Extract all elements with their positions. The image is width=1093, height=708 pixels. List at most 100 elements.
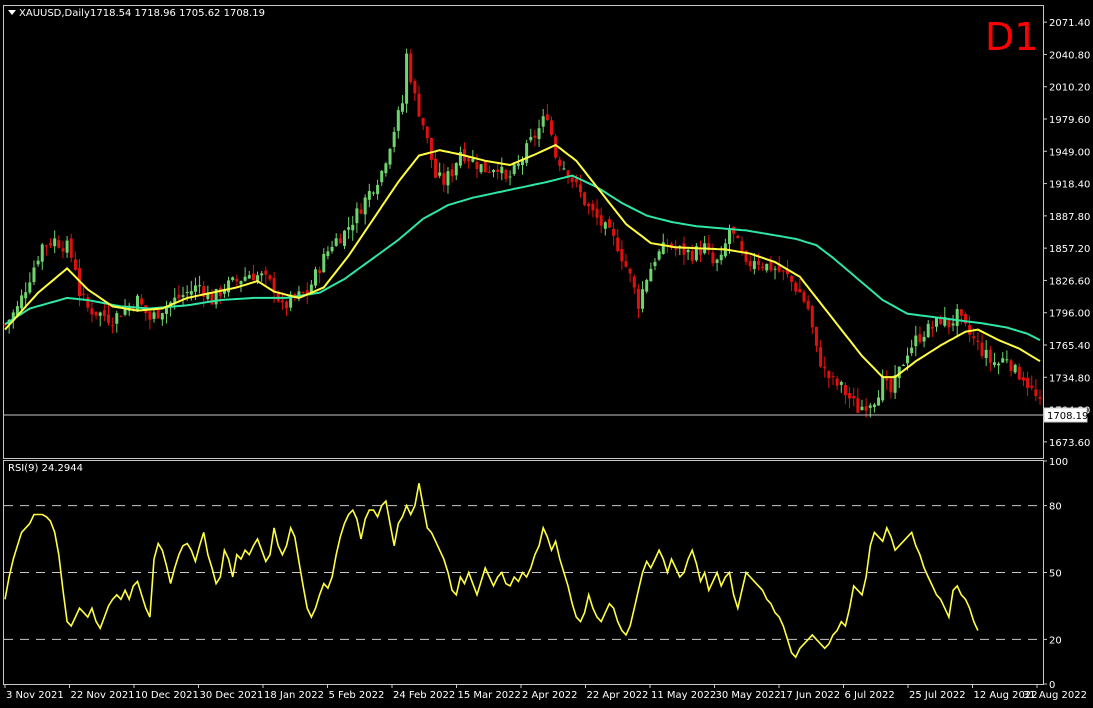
- candle-body: [537, 128, 541, 140]
- candle-body: [334, 238, 338, 246]
- ohlc-values: 1718.54 1718.96 1705.62 1708.19: [90, 8, 265, 19]
- candle-body: [549, 120, 553, 135]
- candle-body: [736, 235, 740, 239]
- candle-body: [450, 169, 454, 177]
- candle-body: [889, 378, 893, 393]
- candle-body: [839, 381, 843, 385]
- candle-body: [36, 260, 40, 265]
- candle-body: [264, 270, 268, 275]
- candle-body: [922, 336, 926, 342]
- candle-body: [57, 240, 61, 248]
- price-tick-label: 2010.20: [1049, 83, 1090, 94]
- rsi-tick-label: 80: [1049, 502, 1062, 513]
- candle-body: [848, 393, 852, 399]
- candle-body: [574, 178, 578, 183]
- candle-body: [972, 336, 976, 339]
- candle-body: [160, 313, 164, 320]
- symbol-label: XAUUSD,Daily: [19, 8, 90, 19]
- candle-body: [636, 288, 640, 309]
- candle-body: [856, 398, 860, 413]
- candle-body: [641, 289, 645, 309]
- candle-body: [877, 397, 881, 406]
- candle-body: [454, 163, 458, 176]
- candle-body: [268, 275, 272, 280]
- candle-body: [773, 268, 777, 270]
- candle-body: [988, 349, 992, 363]
- candle-body: [595, 208, 599, 218]
- candle-body: [429, 137, 433, 160]
- candle-body: [719, 254, 723, 261]
- candle-body: [1038, 397, 1042, 399]
- candle-body: [148, 311, 152, 320]
- candle-body: [380, 170, 384, 183]
- candle-body: [752, 261, 756, 270]
- candle-body: [906, 355, 910, 364]
- candle-body: [98, 312, 102, 316]
- candle-body: [467, 158, 471, 162]
- time-tick-label: 15 Mar 2022: [458, 690, 521, 701]
- candle-body: [330, 246, 334, 252]
- candle-body: [496, 169, 500, 172]
- time-tick-label: 25 Jul 2022: [909, 690, 966, 701]
- candle-body: [102, 310, 106, 317]
- candle-body: [500, 166, 504, 174]
- candle-body: [649, 268, 653, 282]
- candle-body: [918, 334, 922, 342]
- candle-body: [243, 276, 247, 281]
- candle-body: [396, 110, 400, 131]
- price-tick-label: 2040.80: [1049, 50, 1090, 61]
- rsi-tick-label: 100: [1049, 457, 1068, 468]
- candle-body: [926, 323, 930, 338]
- candle-body: [881, 376, 885, 401]
- candle-body: [711, 252, 715, 264]
- candle-body: [935, 317, 938, 327]
- candle-body: [40, 244, 44, 262]
- candle-body: [1005, 359, 1009, 361]
- candle-body: [421, 117, 425, 126]
- candle-body: [562, 168, 566, 170]
- candle-body: [794, 282, 798, 292]
- candle-body: [65, 240, 69, 253]
- price-tick-label: 1887.80: [1049, 212, 1090, 223]
- candle-body: [367, 191, 371, 200]
- candle-body: [471, 158, 475, 162]
- candle-body: [446, 171, 450, 186]
- candle-body: [1017, 366, 1021, 380]
- candle-body: [607, 219, 611, 228]
- candle-body: [24, 292, 28, 299]
- candle-body: [251, 273, 255, 281]
- candle-body: [442, 173, 446, 185]
- candle-body: [351, 224, 355, 231]
- candle-body: [73, 259, 77, 270]
- candle-body: [798, 288, 802, 293]
- price-tick-label: 2071.40: [1049, 18, 1090, 29]
- candle-body: [384, 163, 388, 174]
- candle-body: [185, 292, 189, 294]
- candle-body: [479, 164, 483, 173]
- candle-body: [620, 248, 624, 262]
- time-tick-label: 30 Dec 2021: [200, 690, 264, 701]
- candle-body: [309, 284, 313, 293]
- candle-body: [285, 301, 289, 309]
- time-tick-label: 2 Apr 2022: [522, 690, 577, 701]
- candle-body: [115, 313, 119, 324]
- candle-body: [748, 260, 752, 267]
- price-tick-label: 1826.60: [1049, 276, 1090, 287]
- candle-body: [140, 298, 144, 305]
- candle-body: [359, 209, 363, 214]
- candle-body: [976, 340, 980, 343]
- chart-frame: 2071.40 2040.80 2010.20 1979.60 1949.00 1918.…: [0, 0, 1093, 708]
- candle-body: [90, 308, 94, 315]
- candle-body: [218, 288, 222, 297]
- candle-body: [355, 208, 359, 224]
- candle-body: [280, 300, 284, 303]
- candle-body: [525, 143, 529, 163]
- candle-body: [529, 136, 533, 141]
- candle-body: [872, 404, 876, 408]
- candle-body: [392, 131, 396, 147]
- candle-body: [930, 326, 934, 329]
- price-tick-label: 1979.60: [1049, 115, 1090, 126]
- candle-body: [781, 270, 785, 272]
- rsi-tick-label: 50: [1049, 569, 1062, 580]
- timeframe-badge: D1: [985, 15, 1038, 59]
